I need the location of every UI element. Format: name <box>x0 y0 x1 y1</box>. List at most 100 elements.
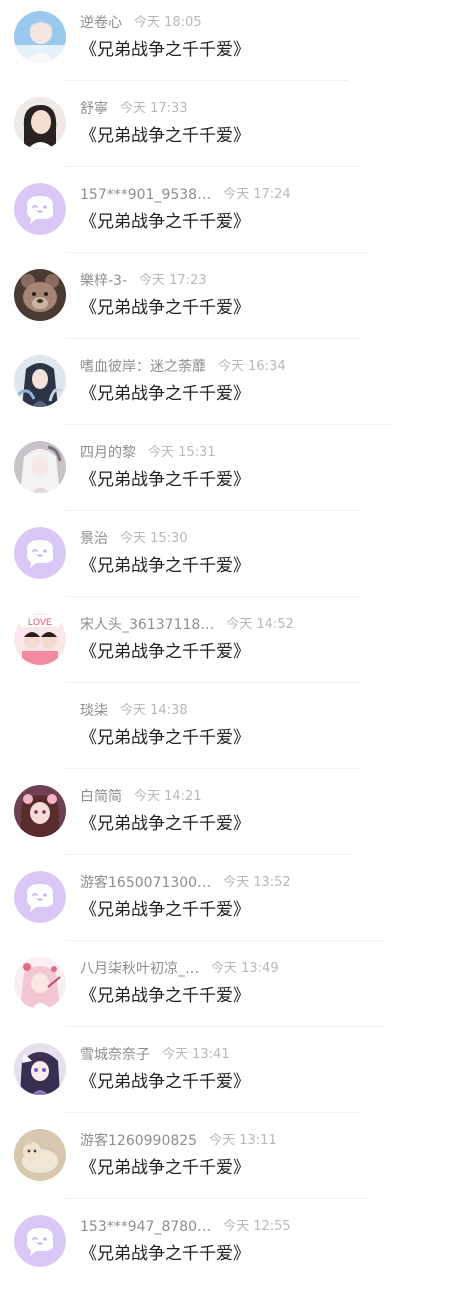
comment-meta: 157***901_9538… 今天 17:24 <box>80 186 291 204</box>
user-avatar[interactable] <box>14 871 66 923</box>
divider <box>66 1026 384 1027</box>
comment-time: 今天 17:33 <box>120 101 188 116</box>
comment-time: 今天 16:34 <box>218 359 286 374</box>
comment-item[interactable]: 逆卷心 今天 18:05 《兄弟战争之千千爱》 <box>0 0 462 86</box>
comment-text: 《兄弟战争之千千爱》 <box>80 126 250 146</box>
user-name[interactable]: 舒寧 <box>80 100 108 118</box>
divider <box>66 940 384 941</box>
user-name[interactable]: 153***947_8780… <box>80 1218 211 1236</box>
comment-time: 今天 13:11 <box>209 1133 277 1148</box>
default-chat-bubble-icon <box>14 871 66 923</box>
user-name[interactable]: 白简简 <box>80 788 122 806</box>
user-name[interactable]: 157***901_9538… <box>80 186 211 204</box>
comment-meta: 白简简 今天 14:21 <box>80 788 202 806</box>
divider <box>66 338 360 339</box>
default-chat-bubble-icon <box>14 183 66 235</box>
comment-text: 《兄弟战争之千千爱》 <box>80 1158 250 1178</box>
comment-meta: 雪城奈奈子 今天 13:41 <box>80 1046 230 1064</box>
user-name[interactable]: 樂梓-3- <box>80 272 127 290</box>
comment-text: 《兄弟战争之千千爱》 <box>80 298 250 318</box>
user-avatar[interactable] <box>14 1043 66 1095</box>
comment-item[interactable]: 游客1260990825 今天 13:11 《兄弟战争之千千爱》 <box>0 1118 462 1204</box>
comment-item[interactable]: 八月柒秋叶初凉_… 今天 13:49 《兄弟战争之千千爱》 <box>0 946 462 1032</box>
comment-text: 《兄弟战争之千千爱》 <box>80 556 250 576</box>
comment-meta: 四月的黎 今天 15:31 <box>80 444 216 462</box>
comment-item[interactable]: 嗜血彼岸：迷之荼蘼 今天 16:34 《兄弟战争之千千爱》 <box>0 344 462 430</box>
comment-text: 《兄弟战争之千千爱》 <box>80 384 250 404</box>
comment-time: 今天 14:21 <box>134 789 202 804</box>
comment-meta: 游客1260990825 今天 13:11 <box>80 1132 277 1150</box>
comment-time: 今天 17:24 <box>223 187 291 202</box>
comment-text: 《兄弟战争之千千爱》 <box>80 470 250 490</box>
divider <box>66 424 394 425</box>
comment-time: 今天 13:49 <box>211 961 279 976</box>
comment-text: 《兄弟战争之千千爱》 <box>80 40 250 60</box>
comment-item[interactable]: 游客1650071300… 今天 13:52 《兄弟战争之千千爱》 <box>0 860 462 946</box>
comment-item[interactable]: 琰柒 今天 14:38 《兄弟战争之千千爱》 <box>0 688 462 774</box>
default-chat-bubble-icon <box>14 527 66 579</box>
user-avatar[interactable] <box>14 1129 66 1181</box>
comment-text: 《兄弟战争之千千爱》 <box>80 1072 250 1092</box>
comment-item[interactable]: 白简简 今天 14:21 《兄弟战争之千千爱》 <box>0 774 462 860</box>
comment-item[interactable]: 四月的黎 今天 15:31 《兄弟战争之千千爱》 <box>0 430 462 516</box>
comment-time: 今天 15:30 <box>120 531 188 546</box>
divider <box>66 510 360 511</box>
comment-meta: 153***947_8780… 今天 12:55 <box>80 1218 291 1236</box>
photo-avatar-icon: LOVE <box>14 613 66 665</box>
comment-item[interactable]: 153***947_8780… 今天 12:55 《兄弟战争之千千爱》 <box>0 1204 462 1290</box>
user-name[interactable]: 游客1650071300… <box>80 874 211 892</box>
user-avatar[interactable] <box>14 441 66 493</box>
comment-text: 《兄弟战争之千千爱》 <box>80 212 250 232</box>
user-name[interactable]: 八月柒秋叶初凉_… <box>80 960 199 978</box>
photo-avatar-icon <box>14 957 66 1009</box>
user-name[interactable]: 游客1260990825 <box>80 1132 197 1150</box>
user-avatar[interactable] <box>14 527 66 579</box>
user-avatar[interactable] <box>14 183 66 235</box>
comment-meta: 游客1650071300… 今天 13:52 <box>80 874 291 892</box>
photo-avatar-icon <box>14 97 66 149</box>
default-chat-bubble-icon <box>14 1215 66 1267</box>
user-name[interactable]: 景治 <box>80 530 108 548</box>
divider <box>66 596 362 597</box>
comment-item[interactable]: LOVE 宋人头_36137118… 今天 14:52 《兄弟战争之千千爱》 <box>0 602 462 688</box>
photo-avatar-icon <box>14 269 66 321</box>
comment-meta: 景治 今天 15:30 <box>80 530 188 548</box>
comment-meta: 逆卷心 今天 18:05 <box>80 14 202 32</box>
user-name[interactable]: 四月的黎 <box>80 444 136 462</box>
user-name[interactable]: 宋人头_36137118… <box>80 616 214 634</box>
comment-item[interactable]: 157***901_9538… 今天 17:24 《兄弟战争之千千爱》 <box>0 172 462 258</box>
divider <box>66 854 352 855</box>
user-avatar[interactable] <box>14 11 66 63</box>
user-name[interactable]: 雪城奈奈子 <box>80 1046 150 1064</box>
comment-time: 今天 12:55 <box>223 1219 291 1234</box>
comment-time: 今天 14:38 <box>120 703 188 718</box>
comment-item[interactable]: 樂梓-3- 今天 17:23 《兄弟战争之千千爱》 <box>0 258 462 344</box>
comment-item[interactable]: 舒寧 今天 17:33 《兄弟战争之千千爱》 <box>0 86 462 172</box>
divider <box>66 252 368 253</box>
comment-meta: 嗜血彼岸：迷之荼蘼 今天 16:34 <box>80 358 286 376</box>
user-avatar[interactable] <box>14 97 66 149</box>
user-avatar[interactable]: LOVE <box>14 613 66 665</box>
comment-meta: 樂梓-3- 今天 17:23 <box>80 272 207 290</box>
user-avatar[interactable] <box>14 957 66 1009</box>
divider <box>66 768 362 769</box>
comment-text: 《兄弟战争之千千爱》 <box>80 642 250 662</box>
comment-item[interactable]: 景治 今天 15:30 《兄弟战争之千千爱》 <box>0 516 462 602</box>
comment-time: 今天 13:41 <box>162 1047 230 1062</box>
user-name[interactable]: 逆卷心 <box>80 14 122 32</box>
user-avatar[interactable] <box>14 1215 66 1267</box>
user-name[interactable]: 琰柒 <box>80 702 108 720</box>
photo-avatar-icon <box>14 785 66 837</box>
user-avatar[interactable] <box>14 785 66 837</box>
user-name[interactable]: 嗜血彼岸：迷之荼蘼 <box>80 358 206 376</box>
photo-avatar-icon <box>14 441 66 493</box>
comment-time: 今天 18:05 <box>134 15 202 30</box>
comment-item[interactable]: 雪城奈奈子 今天 13:41 《兄弟战争之千千爱》 <box>0 1032 462 1118</box>
comment-text: 《兄弟战争之千千爱》 <box>80 814 250 834</box>
user-avatar[interactable] <box>14 355 66 407</box>
divider <box>66 80 348 81</box>
divider <box>66 1112 362 1113</box>
photo-avatar-icon <box>14 11 66 63</box>
comment-text: 《兄弟战争之千千爱》 <box>80 900 250 920</box>
user-avatar[interactable] <box>14 269 66 321</box>
